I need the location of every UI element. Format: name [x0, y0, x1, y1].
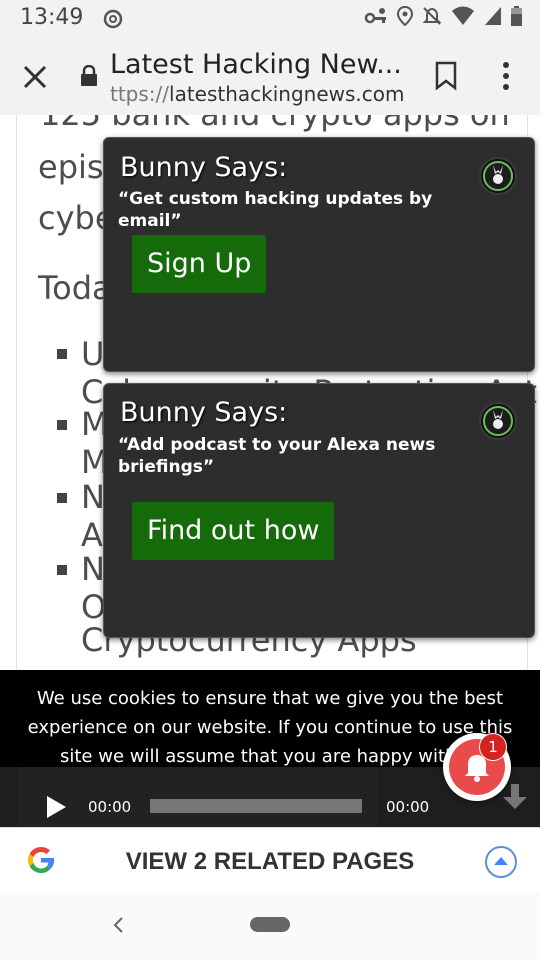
list-bullet	[57, 420, 67, 430]
find-out-how-button[interactable]: Find out how	[132, 502, 335, 560]
signal-icon	[484, 6, 502, 30]
page-title[interactable]: Latest Hacking New...	[110, 49, 402, 80]
notification-badge: 1	[479, 733, 507, 761]
bunny-popup-email: Bunny Says: “Get custom hacking updates …	[103, 137, 535, 372]
article-line: Toda	[38, 269, 112, 307]
popup-text: “Get custom hacking updates by email”	[118, 189, 433, 231]
play-icon[interactable]	[45, 795, 67, 823]
browser-toolbar: Latest Hacking New... ttps://latesthacki…	[0, 38, 540, 116]
status-time: 13:49	[20, 5, 84, 30]
related-pages-label[interactable]: VIEW 2 RELATED PAGES	[0, 848, 540, 876]
sign-up-button[interactable]: Sign Up	[132, 235, 267, 293]
progress-bar[interactable]	[150, 799, 362, 813]
home-pill-button[interactable]	[250, 917, 290, 932]
data-saver-icon	[103, 9, 123, 33]
list-bullet	[57, 349, 67, 359]
popup-title: Bunny Says:	[120, 397, 288, 428]
bunny-popup-podcast: Bunny Says: “Add podcast to your Alexa n…	[103, 383, 535, 638]
list-item[interactable]: U	[81, 335, 104, 373]
popup-text: “Add podcast to your Alexa news briefing…	[118, 435, 436, 477]
page-url[interactable]: ttps://latesthackingnews.com	[110, 82, 405, 106]
time-total: 00:00	[386, 798, 430, 816]
bookmark-icon[interactable]	[433, 60, 459, 96]
more-vert-icon[interactable]	[500, 60, 512, 96]
arrow-down-icon[interactable]	[500, 782, 530, 816]
article-line: 125 bank and crypto apps on	[40, 115, 510, 133]
bunny-logo-icon	[479, 157, 517, 195]
mute-icon	[422, 6, 442, 30]
wifi-icon	[451, 6, 475, 30]
status-bar: 13:49	[0, 0, 540, 38]
related-pages-bar[interactable]: VIEW 2 RELATED PAGES	[0, 827, 540, 895]
system-nav-bar	[0, 893, 540, 960]
lock-icon	[79, 64, 99, 91]
list-item[interactable]: N	[81, 550, 105, 588]
time-current: 00:00	[88, 798, 132, 816]
location-icon	[396, 5, 414, 30]
list-item[interactable]: N	[81, 478, 105, 516]
bunny-logo-icon	[479, 402, 517, 440]
list-bullet	[57, 493, 67, 503]
expand-up-icon[interactable]	[485, 846, 517, 878]
back-icon[interactable]	[108, 913, 128, 941]
vpn-key-icon	[364, 6, 388, 30]
list-bullet	[57, 565, 67, 575]
player-controls	[18, 767, 378, 827]
close-icon[interactable]	[18, 60, 52, 94]
battery-icon	[511, 6, 522, 30]
popup-title: Bunny Says:	[120, 152, 288, 183]
